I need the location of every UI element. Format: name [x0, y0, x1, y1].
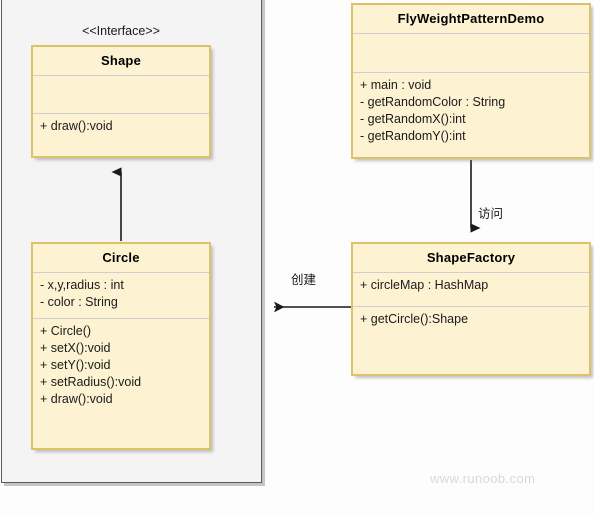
class-attributes-shapefactory: + circleMap : HashMap: [353, 272, 589, 306]
class-attributes-shape: [33, 75, 209, 113]
class-name-flyweightpatterndemo: FlyWeightPatternDemo: [397, 11, 545, 26]
class-box-shapefactory[interactable]: ShapeFactory + circleMap : HashMap + get…: [351, 242, 591, 376]
class-member-row: + setX():void: [40, 341, 111, 355]
class-box-shape[interactable]: Shape + draw():void: [31, 45, 211, 158]
class-member-row: - x,y,radius : int: [40, 278, 124, 292]
edge-label-access: 访问: [478, 207, 504, 221]
class-member-row: + main : void: [360, 78, 432, 92]
class-member-row: - getRandomColor : String: [360, 95, 506, 109]
class-member-row: - getRandomY():int: [360, 129, 466, 143]
class-box-circle[interactable]: Circle - x,y,radius : int - color : Stri…: [31, 242, 211, 450]
site-watermark: www.runoob.com: [430, 471, 536, 486]
class-name-shape: Shape: [100, 53, 141, 68]
class-member-row: + setRadius():void: [40, 375, 142, 389]
class-methods-shape: + draw():void: [33, 113, 209, 155]
class-member-row: - getRandomX():int: [360, 112, 466, 126]
class-name-circle: Circle: [102, 250, 140, 265]
class-methods-shapefactory: + getCircle():Shape: [353, 306, 589, 372]
class-member-row: + Circle(): [40, 324, 92, 338]
class-member-row: + setY():void: [40, 358, 111, 372]
diagram-canvas: Shape : vertical, arrowhead up at Shape …: [0, 0, 594, 517]
class-methods-flyweightpatterndemo: + main : void - getRandomColor : String …: [353, 72, 589, 158]
class-name-shapefactory: ShapeFactory: [426, 250, 516, 265]
class-attributes-circle: - x,y,radius : int - color : String: [33, 272, 209, 318]
class-member-row: + getCircle():Shape: [360, 312, 469, 326]
class-member-row: + draw():void: [40, 392, 113, 406]
class-box-flyweightpatterndemo[interactable]: FlyWeightPatternDemo + main : void - get…: [351, 3, 591, 159]
edge-label-create: 创建: [291, 273, 317, 287]
shape-stereotype-label: <<Interface>>: [82, 24, 160, 38]
class-member-row: + draw():void: [40, 119, 113, 133]
class-member-row: - color : String: [40, 295, 118, 309]
class-attributes-flyweightpatterndemo: [353, 33, 589, 72]
class-member-row: + circleMap : HashMap: [360, 278, 489, 292]
class-methods-circle: + Circle() + setX():void + setY():void +…: [33, 318, 209, 447]
